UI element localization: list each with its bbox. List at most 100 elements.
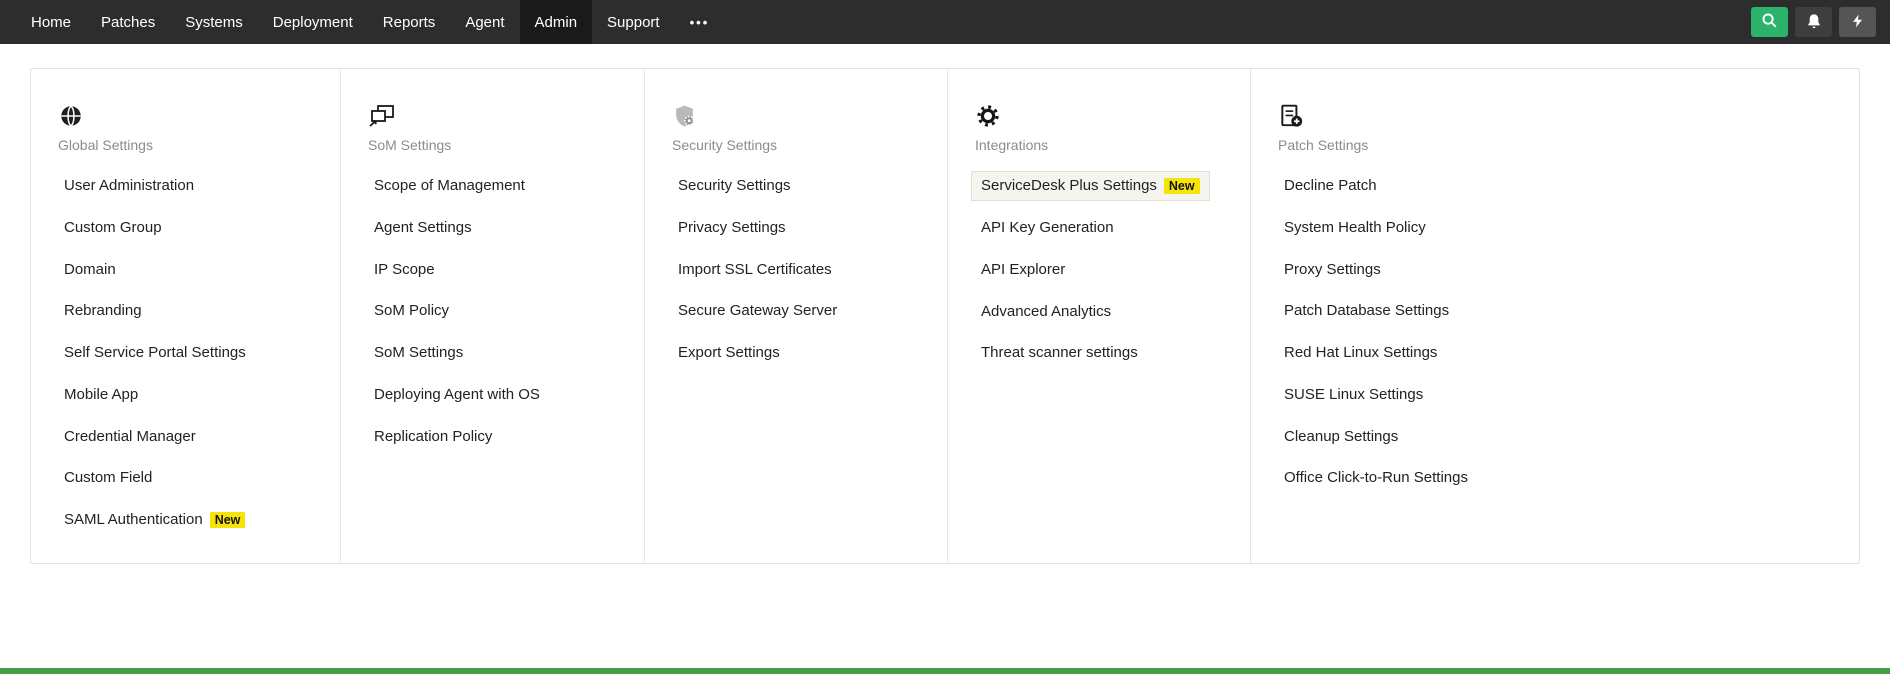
menu-item-self-service-portal-settings[interactable]: Self Service Portal Settings <box>58 332 322 374</box>
search-icon <box>1761 12 1778 32</box>
menu-item-advanced-analytics[interactable]: Advanced Analytics <box>975 291 1232 333</box>
menu-item-deploying-agent-with-os[interactable]: Deploying Agent with OS <box>368 374 626 416</box>
menu-item-label: Agent Settings <box>374 219 472 236</box>
lightning-icon <box>1851 13 1865 32</box>
menu-item-label: Decline Patch <box>1284 177 1377 194</box>
menu-item-custom-field[interactable]: Custom Field <box>58 457 322 499</box>
column-patch-settings: Patch Settings Decline Patch System Heal… <box>1251 69 1859 563</box>
menu-item-label: Patch Database Settings <box>1284 302 1449 319</box>
menu-item-label: Custom Group <box>64 219 162 236</box>
new-badge: New <box>1164 178 1200 194</box>
menu-item-user-administration[interactable]: User Administration <box>58 165 322 207</box>
nav-item-home[interactable]: Home <box>16 0 86 44</box>
gear-icon <box>975 103 1232 131</box>
menu-item-office-click-to-run-settings[interactable]: Office Click-to-Run Settings <box>1278 457 1841 499</box>
quick-actions-button[interactable] <box>1839 7 1876 37</box>
menu-item-domain[interactable]: Domain <box>58 249 322 291</box>
menu-item-label: IP Scope <box>374 261 435 278</box>
menu-item-import-ssl-certificates[interactable]: Import SSL Certificates <box>672 249 929 291</box>
menu-item-suse-linux-settings[interactable]: SUSE Linux Settings <box>1278 374 1841 416</box>
menu-item-proxy-settings[interactable]: Proxy Settings <box>1278 249 1841 291</box>
menu-item-servicedesk-plus-settings[interactable]: ServiceDesk Plus Settings New <box>975 165 1232 207</box>
menu-item-replication-policy[interactable]: Replication Policy <box>368 416 626 458</box>
menu-item-cleanup-settings[interactable]: Cleanup Settings <box>1278 416 1841 458</box>
nav-item-deployment[interactable]: Deployment <box>258 0 368 44</box>
nav-action-buttons <box>1751 0 1890 44</box>
nav-item-more[interactable]: ••• <box>675 0 725 44</box>
bottom-accent-bar <box>0 668 1890 674</box>
column-security-settings: Security Settings Security Settings Priv… <box>645 69 948 563</box>
menu-item-label: Self Service Portal Settings <box>64 344 246 361</box>
menu-item-label: Rebranding <box>64 302 142 319</box>
menu-item-label: SAML Authentication <box>64 511 203 528</box>
menu-item-label: Custom Field <box>64 469 152 486</box>
som-computers-icon <box>368 103 626 131</box>
global-settings-menu: User Administration Custom Group Domain … <box>58 165 322 541</box>
column-title: Integrations <box>975 137 1232 153</box>
menu-item-api-key-generation[interactable]: API Key Generation <box>975 207 1232 249</box>
new-badge: New <box>210 512 246 528</box>
admin-settings-card: Global Settings User Administration Cust… <box>30 68 1860 564</box>
menu-item-label: Threat scanner settings <box>981 344 1138 361</box>
column-global-settings: Global Settings User Administration Cust… <box>31 69 341 563</box>
column-integrations: Integrations ServiceDesk Plus Settings Ne… <box>948 69 1251 563</box>
globe-icon <box>58 103 322 131</box>
menu-item-agent-settings[interactable]: Agent Settings <box>368 207 626 249</box>
menu-item-label: User Administration <box>64 177 194 194</box>
menu-item-label: ServiceDesk Plus Settings <box>981 177 1157 194</box>
menu-item-system-health-policy[interactable]: System Health Policy <box>1278 207 1841 249</box>
shield-gear-icon <box>672 103 929 131</box>
menu-item-label: Deploying Agent with OS <box>374 386 540 403</box>
nav-item-reports[interactable]: Reports <box>368 0 451 44</box>
menu-item-som-settings[interactable]: SoM Settings <box>368 332 626 374</box>
menu-item-red-hat-linux-settings[interactable]: Red Hat Linux Settings <box>1278 332 1841 374</box>
patch-settings-menu: Decline Patch System Health Policy Proxy… <box>1278 165 1841 499</box>
nav-item-patches[interactable]: Patches <box>86 0 170 44</box>
patch-document-icon <box>1278 103 1841 131</box>
menu-item-security-settings[interactable]: Security Settings <box>672 165 929 207</box>
menu-item-label: Export Settings <box>678 344 780 361</box>
menu-item-label: Credential Manager <box>64 428 196 445</box>
menu-item-scope-of-management[interactable]: Scope of Management <box>368 165 626 207</box>
menu-item-saml-authentication[interactable]: SAML Authentication New <box>58 499 322 541</box>
admin-settings-page: Global Settings User Administration Cust… <box>0 44 1890 564</box>
menu-item-patch-database-settings[interactable]: Patch Database Settings <box>1278 290 1841 332</box>
menu-item-label: Advanced Analytics <box>981 303 1111 320</box>
menu-item-ip-scope[interactable]: IP Scope <box>368 249 626 291</box>
notifications-button[interactable] <box>1795 7 1832 37</box>
nav-item-agent[interactable]: Agent <box>450 0 519 44</box>
menu-item-label: SoM Settings <box>374 344 463 361</box>
menu-item-mobile-app[interactable]: Mobile App <box>58 374 322 416</box>
menu-item-label: Mobile App <box>64 386 138 403</box>
menu-item-label: API Key Generation <box>981 219 1114 236</box>
menu-item-label: System Health Policy <box>1284 219 1426 236</box>
nav-item-support[interactable]: Support <box>592 0 675 44</box>
menu-item-privacy-settings[interactable]: Privacy Settings <box>672 207 929 249</box>
menu-item-custom-group[interactable]: Custom Group <box>58 207 322 249</box>
menu-item-label: Security Settings <box>678 177 791 194</box>
menu-item-secure-gateway-server[interactable]: Secure Gateway Server <box>672 290 929 332</box>
column-title: SoM Settings <box>368 137 626 153</box>
menu-item-label: Domain <box>64 261 116 278</box>
menu-item-label: Office Click-to-Run Settings <box>1284 469 1468 486</box>
menu-item-export-settings[interactable]: Export Settings <box>672 332 929 374</box>
menu-item-label: SUSE Linux Settings <box>1284 386 1423 403</box>
som-settings-menu: Scope of Management Agent Settings IP Sc… <box>368 165 626 457</box>
menu-item-api-explorer[interactable]: API Explorer <box>975 249 1232 291</box>
menu-item-threat-scanner-settings[interactable]: Threat scanner settings <box>975 332 1232 374</box>
menu-item-credential-manager[interactable]: Credential Manager <box>58 416 322 458</box>
nav-item-systems[interactable]: Systems <box>170 0 258 44</box>
menu-item-som-policy[interactable]: SoM Policy <box>368 290 626 332</box>
nav-item-admin[interactable]: Admin <box>520 0 593 44</box>
menu-item-label: Red Hat Linux Settings <box>1284 344 1437 361</box>
menu-item-label: Privacy Settings <box>678 219 786 236</box>
column-som-settings: SoM Settings Scope of Management Agent S… <box>341 69 645 563</box>
column-title: Global Settings <box>58 137 322 153</box>
menu-item-label: Secure Gateway Server <box>678 302 837 319</box>
search-button[interactable] <box>1751 7 1788 37</box>
column-title: Patch Settings <box>1278 137 1841 153</box>
menu-item-rebranding[interactable]: Rebranding <box>58 290 322 332</box>
integrations-menu: ServiceDesk Plus Settings New API Key Gen… <box>975 165 1232 374</box>
menu-item-label: Cleanup Settings <box>1284 428 1398 445</box>
menu-item-decline-patch[interactable]: Decline Patch <box>1278 165 1841 207</box>
